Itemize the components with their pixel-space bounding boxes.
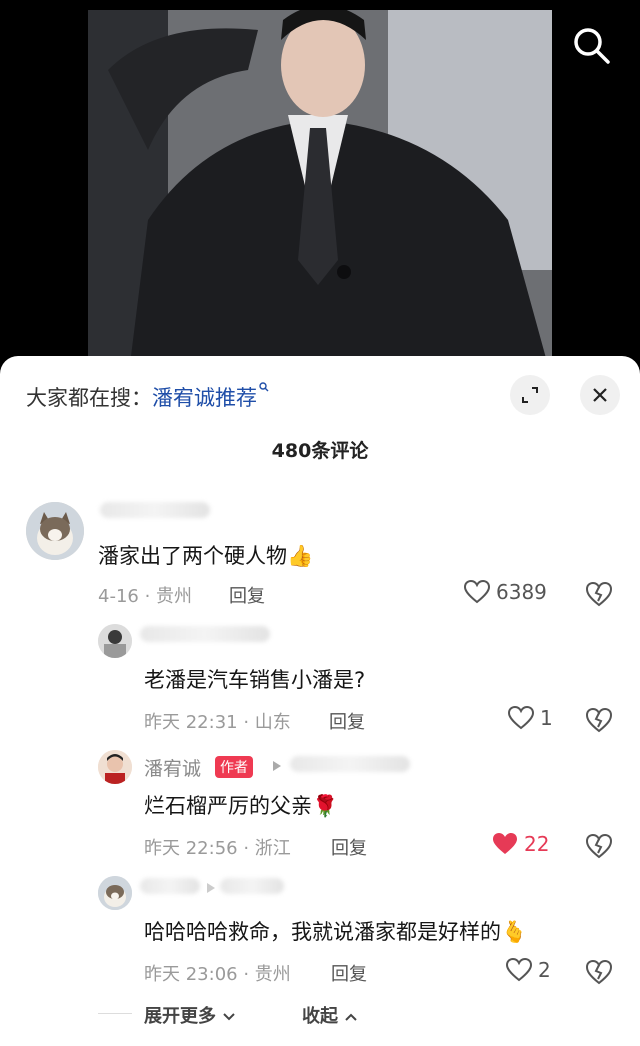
avatar[interactable] xyxy=(98,876,132,910)
comment-text: 潘家出了两个硬人物👍 xyxy=(98,544,314,568)
chevron-up-icon xyxy=(345,1013,357,1021)
reply-text: 烂石榴严厉的父亲🌹 xyxy=(144,794,339,818)
broken-heart-icon[interactable] xyxy=(585,833,613,859)
author-name[interactable]: 潘宥诚 xyxy=(144,754,201,781)
video-player[interactable] xyxy=(0,0,640,380)
like-button[interactable]: 6389 xyxy=(464,580,547,604)
close-icon xyxy=(593,388,607,402)
like-button[interactable]: 2 xyxy=(506,958,551,982)
like-count: 2 xyxy=(538,958,551,982)
video-frame xyxy=(88,10,552,380)
heart-icon xyxy=(464,580,490,604)
hot-search-link[interactable]: 潘宥诚推荐 xyxy=(152,386,257,410)
reply-button[interactable]: 回复 xyxy=(331,960,367,986)
username-blurred xyxy=(140,878,200,894)
reply-meta: 昨天 22:56 · 浙江 xyxy=(144,838,291,859)
reply-arrow-icon xyxy=(207,883,215,893)
close-button[interactable] xyxy=(580,375,620,415)
expand-icon xyxy=(522,387,538,403)
reply-button[interactable]: 回复 xyxy=(331,834,367,860)
heart-icon xyxy=(508,706,534,730)
heart-hands-emoji: 🫰 xyxy=(501,920,528,944)
thumbs-up-emoji: 👍 xyxy=(287,544,314,568)
heart-icon xyxy=(506,958,532,982)
avatar[interactable] xyxy=(98,750,132,784)
hot-search-bar[interactable]: 大家都在搜：潘宥诚推荐 xyxy=(26,382,269,412)
cat-avatar-image xyxy=(26,502,84,560)
like-count: 22 xyxy=(524,832,550,856)
like-button[interactable]: 1 xyxy=(508,706,553,730)
comment-meta: 4-16 · 贵州 xyxy=(98,586,193,607)
avatar[interactable] xyxy=(26,502,84,560)
username-blurred xyxy=(290,756,410,772)
reply-text: 哈哈哈哈救命，我就说潘家都是好样的🫰 xyxy=(144,920,528,944)
username-blurred xyxy=(140,626,270,642)
reply-button[interactable]: 回复 xyxy=(229,582,265,608)
reply-to-name-blurred xyxy=(220,878,284,894)
author-badge: 作者 xyxy=(215,756,253,778)
search-button[interactable] xyxy=(570,24,614,68)
like-count: 6389 xyxy=(496,580,547,604)
chevron-down-icon xyxy=(223,1013,235,1021)
hot-search-prefix: 大家都在搜： xyxy=(26,386,152,410)
user-avatar-image xyxy=(98,624,132,658)
comments-count: 480条评论 xyxy=(271,440,369,462)
comments-sheet: 大家都在搜：潘宥诚推荐 480条评论 潘家出了两个硬人物👍 4-16 · 贵州 … xyxy=(0,356,640,1046)
heart-filled-icon xyxy=(493,833,517,854)
broken-heart-icon[interactable] xyxy=(585,581,613,607)
small-search-icon xyxy=(259,382,269,392)
username-blurred xyxy=(100,502,210,518)
author-avatar-image xyxy=(98,750,132,784)
cat-avatar-image xyxy=(98,876,132,910)
like-count: 1 xyxy=(540,706,553,730)
reply-text: 老潘是汽车销售小潘是? xyxy=(144,668,366,692)
broken-heart-icon[interactable] xyxy=(585,959,613,985)
like-button[interactable]: 22 xyxy=(492,832,549,856)
expand-more-button[interactable]: 展开更多 xyxy=(144,1002,236,1028)
reply-meta: 昨天 23:06 · 贵州 xyxy=(144,964,291,985)
collapse-button[interactable]: 收起 xyxy=(302,1002,358,1028)
video-person-image xyxy=(88,10,552,380)
reply-button[interactable]: 回复 xyxy=(329,708,365,734)
divider xyxy=(98,1013,132,1014)
reply-arrow-icon xyxy=(273,761,281,771)
broken-heart-icon[interactable] xyxy=(585,707,613,733)
rose-emoji: 🌹 xyxy=(312,794,339,818)
reply-meta: 昨天 22:31 · 山东 xyxy=(144,712,291,733)
avatar[interactable] xyxy=(98,624,132,658)
expand-sheet-button[interactable] xyxy=(510,375,550,415)
search-icon xyxy=(574,28,610,64)
